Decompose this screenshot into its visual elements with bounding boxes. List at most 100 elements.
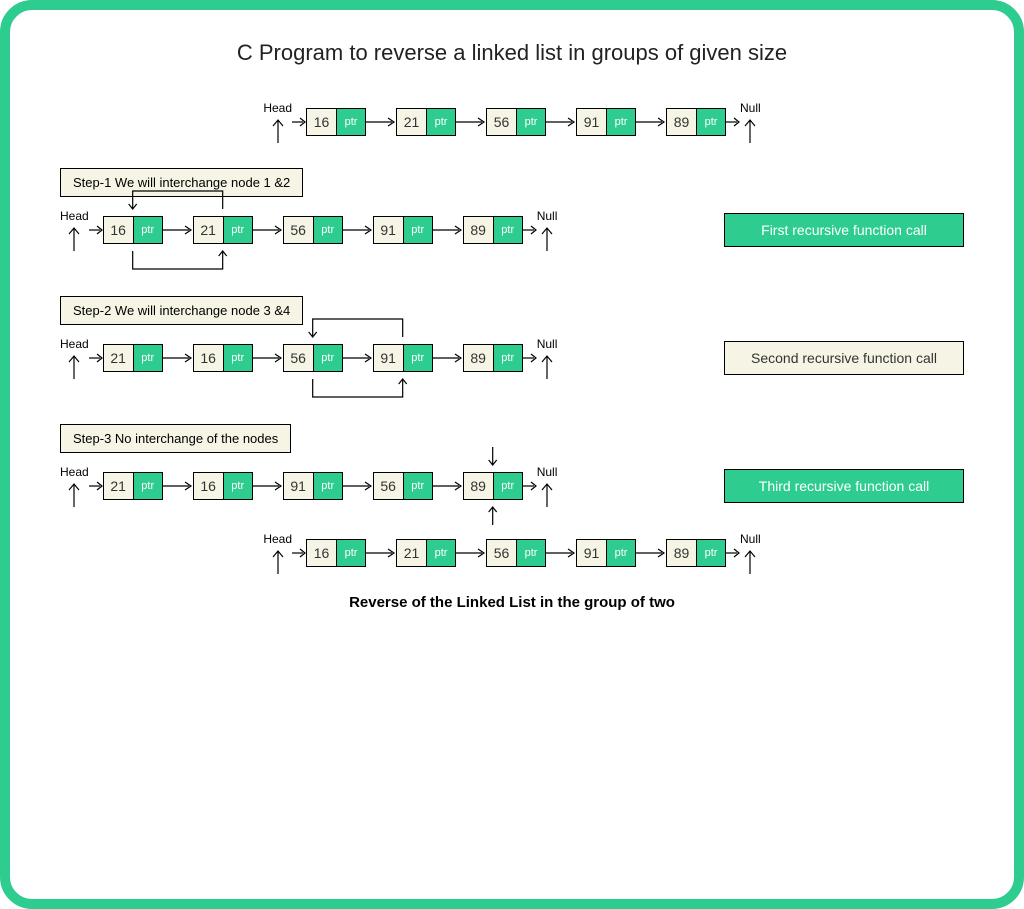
node-ptr: ptr <box>134 345 162 371</box>
node-value: 89 <box>464 217 494 243</box>
list-node: 56ptr <box>283 216 343 244</box>
node-value: 56 <box>284 345 314 371</box>
list-node: 91ptr <box>576 539 636 567</box>
next-pointer-arrow <box>366 116 396 128</box>
list-node: 21ptr <box>103 472 163 500</box>
node-value: 89 <box>667 109 697 135</box>
node-value: 16 <box>194 345 224 371</box>
node-value: 91 <box>374 217 404 243</box>
list-node: 56ptr <box>283 344 343 372</box>
node-value: 91 <box>374 345 404 371</box>
null-pointer-arrow <box>523 224 537 236</box>
node-ptr: ptr <box>337 540 365 566</box>
node-ptr: ptr <box>517 540 545 566</box>
next-pointer-arrow <box>433 352 463 364</box>
node-ptr: ptr <box>404 345 432 371</box>
node-value: 16 <box>104 217 134 243</box>
head-label: Head <box>263 101 292 143</box>
list-node: 89ptr <box>463 472 523 500</box>
node-ptr: ptr <box>134 473 162 499</box>
next-pointer-arrow <box>343 224 373 236</box>
list-node: 16ptr <box>193 344 253 372</box>
node-value: 21 <box>397 540 427 566</box>
node-ptr: ptr <box>427 540 455 566</box>
next-pointer-arrow <box>163 224 193 236</box>
list-node: 16ptr <box>306 108 366 136</box>
node-value: 56 <box>487 109 517 135</box>
node-value: 56 <box>374 473 404 499</box>
node-ptr: ptr <box>224 345 252 371</box>
node-ptr: ptr <box>314 473 342 499</box>
head-label: Head <box>263 532 292 574</box>
node-ptr: ptr <box>224 473 252 499</box>
node-ptr: ptr <box>314 217 342 243</box>
list-node: 21ptr <box>193 216 253 244</box>
next-pointer-arrow <box>343 352 373 364</box>
list-node: 89ptr <box>463 216 523 244</box>
list-node: 56ptr <box>373 472 433 500</box>
next-pointer-arrow <box>546 547 576 559</box>
final-linked-list: Head16ptr21ptr56ptr91ptr89ptrNull <box>263 532 760 574</box>
step-2-label: Step-2 We will interchange node 3 &4 <box>60 296 303 325</box>
node-ptr: ptr <box>607 109 635 135</box>
node-ptr: ptr <box>314 345 342 371</box>
node-ptr: ptr <box>494 345 522 371</box>
node-value: 89 <box>667 540 697 566</box>
null-pointer-arrow <box>726 547 740 559</box>
node-ptr: ptr <box>337 109 365 135</box>
next-pointer-arrow <box>343 480 373 492</box>
node-value: 16 <box>194 473 224 499</box>
node-ptr: ptr <box>697 540 725 566</box>
node-value: 89 <box>464 345 494 371</box>
null-pointer-arrow <box>523 352 537 364</box>
diagram-frame: C Program to reverse a linked list in gr… <box>0 0 1024 909</box>
head-label: Head <box>60 465 89 507</box>
list-node: 89ptr <box>666 539 726 567</box>
next-pointer-arrow <box>253 480 283 492</box>
node-value: 21 <box>104 345 134 371</box>
initial-linked-list: Head16ptr21ptr56ptr91ptr89ptrNull <box>263 101 760 143</box>
node-ptr: ptr <box>404 217 432 243</box>
list-node: 91ptr <box>373 216 433 244</box>
node-ptr: ptr <box>494 473 522 499</box>
node-value: 56 <box>284 217 314 243</box>
step-2-linked-list: Head21ptr16ptr56ptr91ptr89ptrNull <box>60 337 557 379</box>
next-pointer-arrow <box>253 224 283 236</box>
callout-3: Third recursive function call <box>724 469 964 503</box>
list-node: 89ptr <box>463 344 523 372</box>
node-ptr: ptr <box>224 217 252 243</box>
next-pointer-arrow <box>456 547 486 559</box>
next-pointer-arrow <box>636 547 666 559</box>
node-ptr: ptr <box>404 473 432 499</box>
head-pointer-arrow <box>89 224 103 236</box>
node-ptr: ptr <box>494 217 522 243</box>
head-pointer-arrow <box>292 116 306 128</box>
next-pointer-arrow <box>636 116 666 128</box>
next-pointer-arrow <box>366 547 396 559</box>
head-pointer-arrow <box>292 547 306 559</box>
head-label: Head <box>60 337 89 379</box>
node-ptr: ptr <box>134 217 162 243</box>
node-value: 16 <box>307 109 337 135</box>
next-pointer-arrow <box>433 224 463 236</box>
list-node: 89ptr <box>666 108 726 136</box>
next-pointer-arrow <box>456 116 486 128</box>
head-pointer-arrow <box>89 352 103 364</box>
list-node: 16ptr <box>193 472 253 500</box>
null-label: Null <box>537 337 558 379</box>
node-ptr: ptr <box>427 109 455 135</box>
node-ptr: ptr <box>607 540 635 566</box>
next-pointer-arrow <box>253 352 283 364</box>
list-node: 56ptr <box>486 108 546 136</box>
footer-caption: Reverse of the Linked List in the group … <box>60 594 964 611</box>
next-pointer-arrow <box>163 480 193 492</box>
node-value: 21 <box>104 473 134 499</box>
node-value: 91 <box>577 109 607 135</box>
list-node: 91ptr <box>283 472 343 500</box>
null-label: Null <box>537 209 558 251</box>
null-pointer-arrow <box>726 116 740 128</box>
step-3-linked-list: Head21ptr16ptr91ptr56ptr89ptrNull <box>60 465 557 507</box>
callout-1: First recursive function call <box>724 213 964 247</box>
step-3-label: Step-3 No interchange of the nodes <box>60 424 291 453</box>
next-pointer-arrow <box>163 352 193 364</box>
